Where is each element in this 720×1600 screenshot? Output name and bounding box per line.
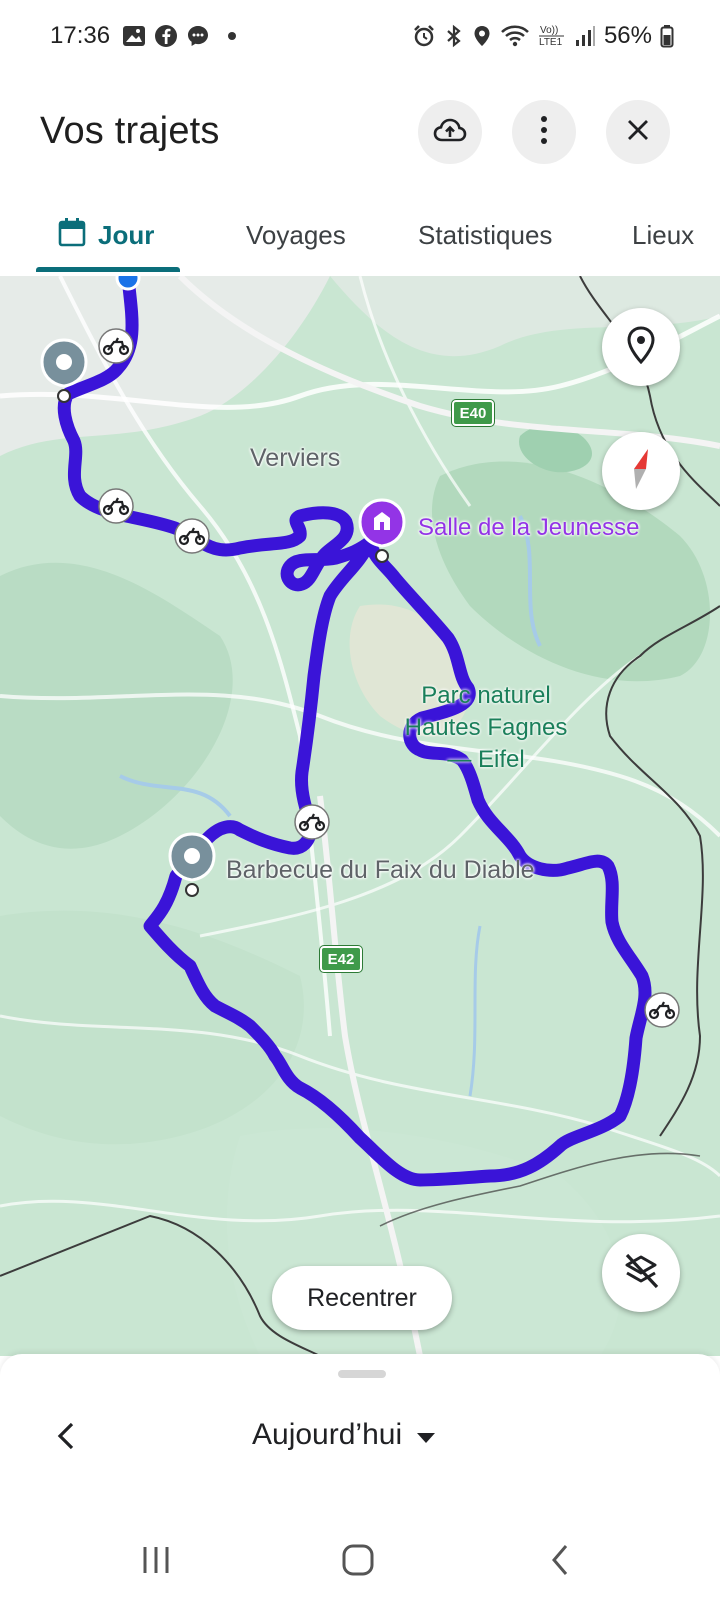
bottom-sheet: Aujourd’hui [0,1354,720,1524]
home-button[interactable] [328,1538,388,1586]
motorbike-marker [98,328,134,364]
back-button[interactable] [530,1538,590,1586]
back-icon [550,1543,570,1582]
previous-day-button[interactable] [48,1420,84,1456]
compass-icon [626,447,656,496]
volte-icon: Vo)) LTE1 [538,23,566,49]
chevron-left-icon [56,1421,76,1456]
tab-lieux[interactable]: Lieux [632,200,694,270]
motorbike-marker [174,518,210,554]
tab-jour[interactable]: Jour [58,200,154,270]
alarm-icon [412,24,436,48]
motorbike-marker [98,488,134,524]
park-label-line2: Hautes Fagnes [404,714,568,741]
date-label: Aujourd’hui [252,1418,403,1451]
compass-button[interactable] [602,432,680,510]
map-canvas [0,276,720,1356]
close-button[interactable] [606,100,670,164]
tab-statistiques[interactable]: Statistiques [418,200,552,270]
city-label-verviers: Verviers [250,444,341,472]
battery-icon [660,24,674,48]
park-label: Parc naturel Hautes Fagnes — Eifel [386,680,586,776]
layers-toggle-button[interactable] [602,1234,680,1312]
status-time: 17:36 [50,22,111,49]
location-icon [472,24,492,48]
park-label-line3: — Eifel [447,746,525,773]
more-vert-icon [539,115,549,150]
tab-voyages[interactable]: Voyages [246,200,346,270]
battery-percent: 56% [603,22,652,49]
dot-icon [218,24,242,48]
tab-voyages-label: Voyages [246,219,346,250]
upload-button[interactable] [418,100,482,164]
tab-jour-label: Jour [98,219,155,250]
status-left-icons [122,24,242,48]
page-title: Vos trajets [40,110,220,152]
my-location-button[interactable] [602,308,680,386]
date-selector[interactable]: Aujourd’hui [252,1418,436,1452]
location-pin-icon [626,325,656,369]
bluetooth-icon [444,24,464,48]
status-right-icons: Vo)) LTE1 56% [412,22,674,50]
svg-text:LTE1: LTE1 [539,37,563,48]
park-label-line1: Parc naturel [421,682,551,709]
wifi-icon [500,24,530,48]
poi-label-barbecue[interactable]: Barbecue du Faix du Diable [226,856,535,885]
messenger-icon [186,24,210,48]
tab-statistiques-label: Statistiques [418,219,553,250]
close-icon [626,118,650,147]
poi-label-salle[interactable]: Salle de la Jeunesse [418,514,639,542]
signal-icon [574,24,596,48]
home-icon [341,1543,375,1582]
app-header: Vos trajets [0,80,720,190]
tab-lieux-label: Lieux [632,219,695,250]
more-options-button[interactable] [512,100,576,164]
status-bar: 17:36 Vo)) LTE1 56% [0,0,720,72]
gallery-icon [122,25,146,47]
layers-off-icon [621,1251,661,1296]
motorbike-marker [644,992,680,1028]
tab-active-indicator [36,267,180,272]
dropdown-arrow-icon [416,1418,436,1452]
road-shield-e40: E40 [452,400,494,426]
svg-text:Vo)): Vo)) [540,25,558,36]
sheet-drag-handle[interactable] [338,1370,386,1378]
tab-bar: Jour Voyages Statistiques Lieux [0,200,720,276]
calendar-icon [58,217,86,254]
map-view[interactable]: Verviers E40 E42 Salle de la Jeunesse Ba… [0,276,720,1356]
facebook-icon [154,24,178,48]
recent-apps-button[interactable] [126,1538,186,1586]
cloud-upload-icon [433,117,467,148]
recent-apps-icon [139,1545,173,1580]
recenter-button[interactable]: Recentrer [272,1266,452,1330]
motorbike-marker [294,804,330,840]
road-shield-e42: E42 [320,946,362,972]
system-nav-bar [0,1524,720,1600]
